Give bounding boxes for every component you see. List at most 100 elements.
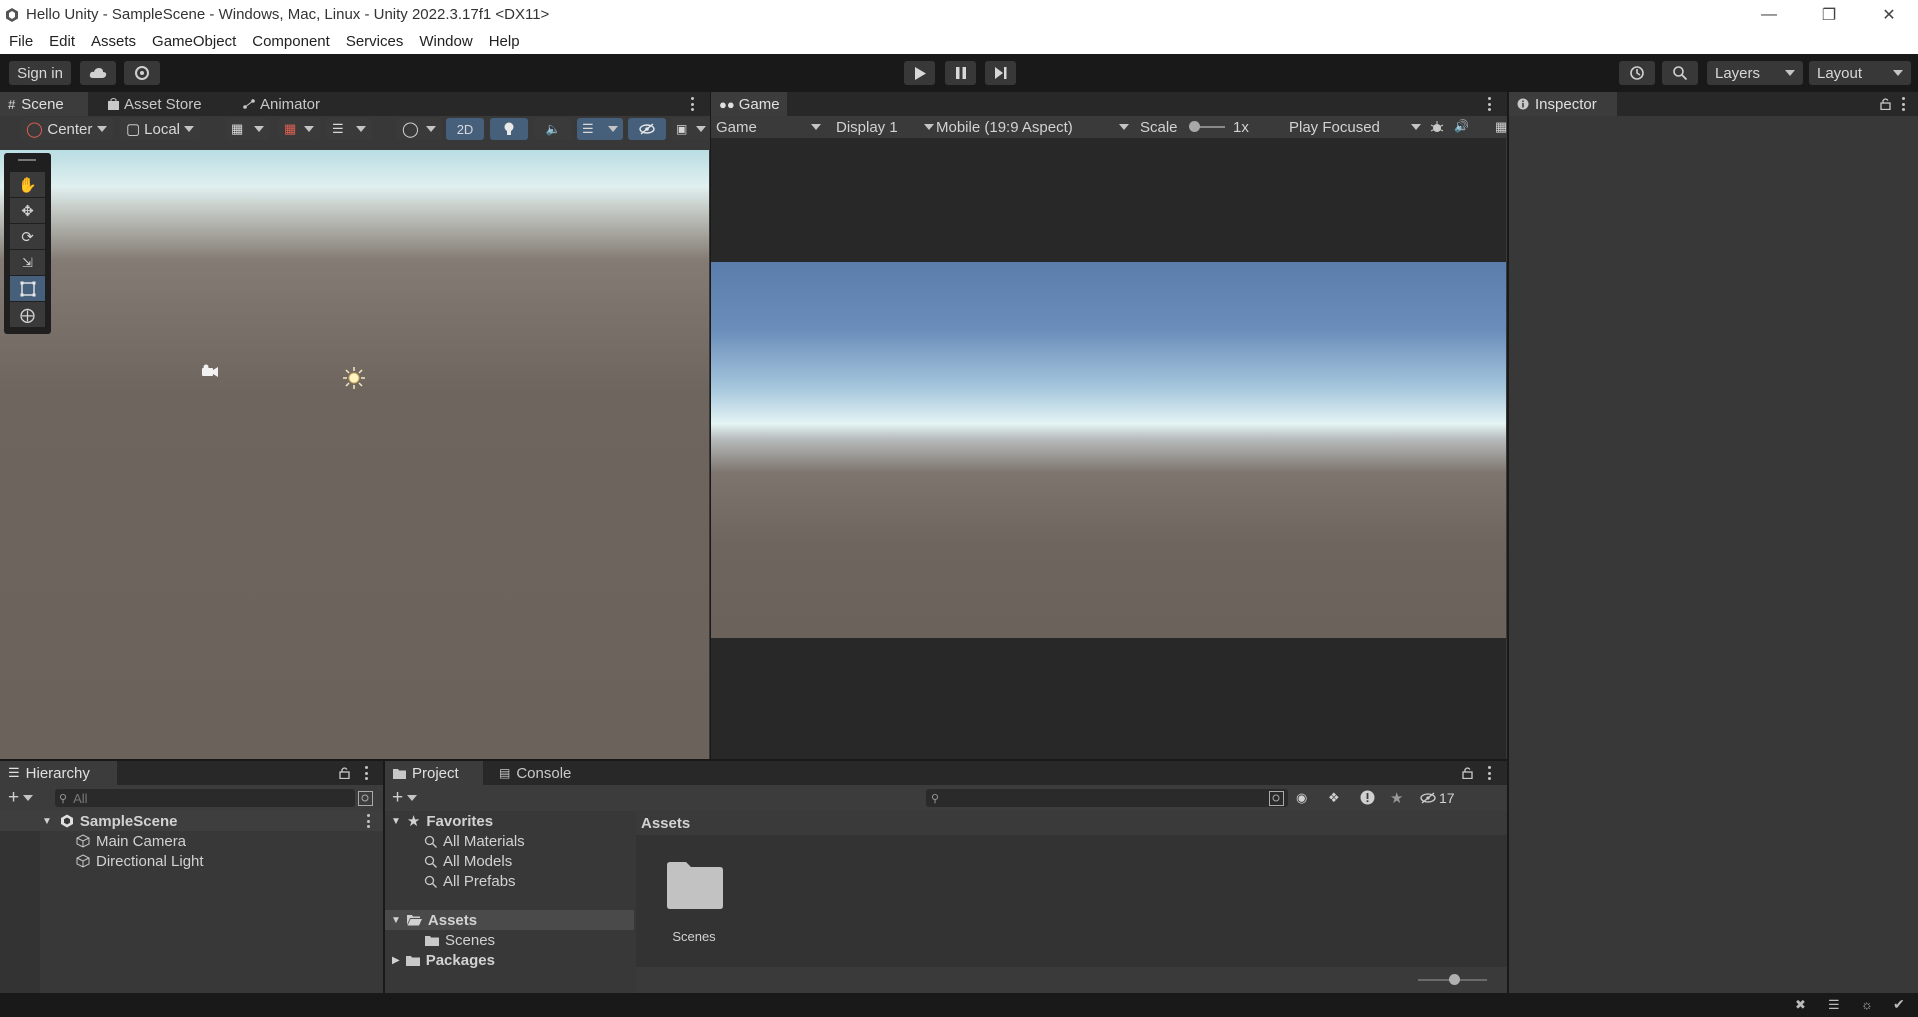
aspect-dropdown[interactable]: Mobile (19:9 Aspect) [936, 117, 1129, 137]
icon-size-slider-thumb[interactable] [1449, 974, 1460, 985]
game-view-dropdown[interactable]: Game [716, 117, 821, 137]
create-button[interactable]: + [8, 787, 40, 808]
toggle-2d-button[interactable]: 2D [446, 118, 484, 140]
tab-asset-store[interactable]: Asset Store [100, 92, 210, 116]
favorite-item[interactable]: All Materials [385, 831, 525, 851]
debug-off-icon[interactable]: ✖ [1795, 997, 1806, 1013]
hidden-packages-toggle[interactable]: 17 [1420, 789, 1455, 807]
menu-edit[interactable]: Edit [41, 29, 83, 54]
scene-row-menu-icon[interactable] [366, 814, 370, 828]
cloud-button[interactable] [80, 61, 116, 85]
effects-dropdown[interactable]: ☰ [577, 118, 623, 140]
rect-tool-button[interactable] [10, 276, 45, 301]
hierarchy-search-input[interactable]: ⚲ All [55, 789, 355, 807]
grid-snap-dropdown[interactable]: ▦ [225, 118, 270, 140]
lighting-toggle[interactable] [490, 118, 528, 140]
scene-panel: # Scene Asset Store Animator ◯ Center ▢ … [0, 92, 710, 759]
light-gizmo-icon[interactable] [343, 367, 365, 389]
tab-console[interactable]: ▤ Console [491, 761, 579, 785]
collab-button[interactable] [124, 61, 160, 85]
layout-dropdown[interactable]: Layout [1809, 61, 1911, 85]
lock-icon[interactable] [1462, 766, 1473, 779]
scene-visibility-toggle[interactable] [628, 118, 666, 140]
progress-check-icon[interactable]: ✔ [1893, 996, 1905, 1013]
display-dropdown[interactable]: Display 1 [836, 117, 934, 137]
packages-folder-row[interactable]: ▶ Packages [385, 950, 495, 970]
assets-folder-row[interactable]: ▼ Assets [385, 910, 634, 930]
scenes-folder-row[interactable]: Scenes [385, 930, 495, 950]
filter-by-log-type-icon[interactable] [1360, 790, 1375, 805]
hierarchy-item[interactable]: Directional Light [0, 851, 204, 871]
menu-window[interactable]: Window [411, 29, 480, 54]
project-create-button[interactable]: + [392, 787, 424, 808]
camera-gizmo-icon[interactable] [201, 364, 219, 378]
tab-project[interactable]: Project [385, 761, 483, 785]
play-mode-dropdown[interactable]: Play Focused [1289, 117, 1421, 137]
audio-toggle[interactable]: 🔈 [534, 118, 572, 140]
scene-viewport[interactable]: ✋ ✥ ⟳ ⇲ ⨁ [0, 150, 709, 759]
project-search-input[interactable]: ⚲ [926, 789, 1288, 807]
tab-hierarchy[interactable]: ☰ Hierarchy [0, 761, 117, 785]
inspector-menu-icon[interactable] [1901, 97, 1905, 111]
scale-tool-button[interactable]: ⇲ [10, 250, 45, 275]
favorite-item[interactable]: All Prefabs [385, 871, 516, 891]
space-dropdown[interactable]: ▢ Local [120, 118, 200, 140]
play-icon [914, 66, 926, 80]
project-menu-icon[interactable] [1487, 766, 1491, 780]
minimize-button[interactable]: — [1740, 0, 1798, 29]
rotate-tool-button[interactable]: ⟳ [10, 224, 45, 249]
game-menu-icon[interactable] [1487, 97, 1491, 111]
undo-history-button[interactable] [1619, 61, 1655, 85]
tab-inspector[interactable]: Inspector [1509, 92, 1617, 116]
cache-icon[interactable]: ☰ [1828, 997, 1840, 1013]
audio-icon[interactable]: 🔊 [1454, 119, 1469, 133]
scene-menu-icon[interactable] [690, 97, 694, 111]
scale-slider-thumb[interactable] [1189, 121, 1200, 132]
search-options-icon[interactable] [1269, 791, 1284, 806]
lock-icon[interactable] [339, 766, 350, 779]
draw-mode-dropdown[interactable]: ◯ [396, 118, 442, 140]
favorites-row[interactable]: ▼ ★ Favorites [385, 811, 493, 831]
play-button[interactable] [904, 61, 935, 85]
asset-tile-scenes[interactable]: Scenes [662, 861, 726, 951]
star-icon[interactable]: ★ [1390, 789, 1403, 807]
camera-dropdown[interactable]: ▣ [672, 118, 710, 140]
menu-gameobject[interactable]: GameObject [144, 29, 244, 54]
hierarchy-menu-icon[interactable] [364, 766, 368, 780]
menu-file[interactable]: File [0, 29, 41, 54]
palette-handle[interactable] [18, 159, 36, 161]
tab-game[interactable]: ●● Game [711, 92, 787, 116]
scene-row[interactable]: ▼ SampleScene [0, 811, 383, 831]
tab-animator-label: Animator [260, 95, 321, 113]
restore-button[interactable]: ❐ [1800, 0, 1858, 29]
frame-debugger-icon[interactable] [1430, 120, 1444, 134]
hierarchy-item[interactable]: Main Camera [0, 831, 186, 851]
game-render[interactable] [711, 262, 1506, 638]
tab-scene[interactable]: # Scene [0, 92, 88, 116]
breadcrumb-assets[interactable]: Assets [641, 815, 690, 832]
transform-tool-button[interactable]: ⨁ [10, 302, 45, 327]
menu-assets[interactable]: Assets [83, 29, 144, 54]
lock-icon[interactable] [1880, 97, 1891, 110]
increment-snap-dropdown[interactable]: ▦ [278, 118, 320, 140]
filter-by-type-icon[interactable]: ◉ [1296, 790, 1307, 806]
tab-animator[interactable]: Animator [235, 92, 328, 116]
search-button[interactable] [1662, 61, 1698, 85]
move-tool-button[interactable]: ✥ [10, 198, 45, 223]
filter-by-label-icon[interactable]: ❖ [1328, 790, 1340, 806]
sign-in-button[interactable]: Sign in [9, 61, 71, 85]
auto-generate-lighting-icon[interactable]: ☼ [1861, 997, 1873, 1012]
layers-dropdown[interactable]: Layers [1707, 61, 1803, 85]
menu-services[interactable]: Services [338, 29, 412, 54]
search-options-icon[interactable] [358, 791, 373, 806]
pause-button[interactable] [945, 61, 976, 85]
favorite-item[interactable]: All Models [385, 851, 512, 871]
step-button[interactable] [985, 61, 1016, 85]
pivot-dropdown[interactable]: ◯ Center [20, 118, 113, 140]
grid-visibility-dropdown[interactable]: ☰ [326, 118, 372, 140]
close-button[interactable]: ✕ [1860, 0, 1918, 29]
hand-tool-button[interactable]: ✋ [10, 172, 45, 197]
menu-component[interactable]: Component [244, 29, 338, 54]
stats-icon[interactable]: ▦ [1495, 119, 1507, 135]
menu-help[interactable]: Help [481, 29, 528, 54]
